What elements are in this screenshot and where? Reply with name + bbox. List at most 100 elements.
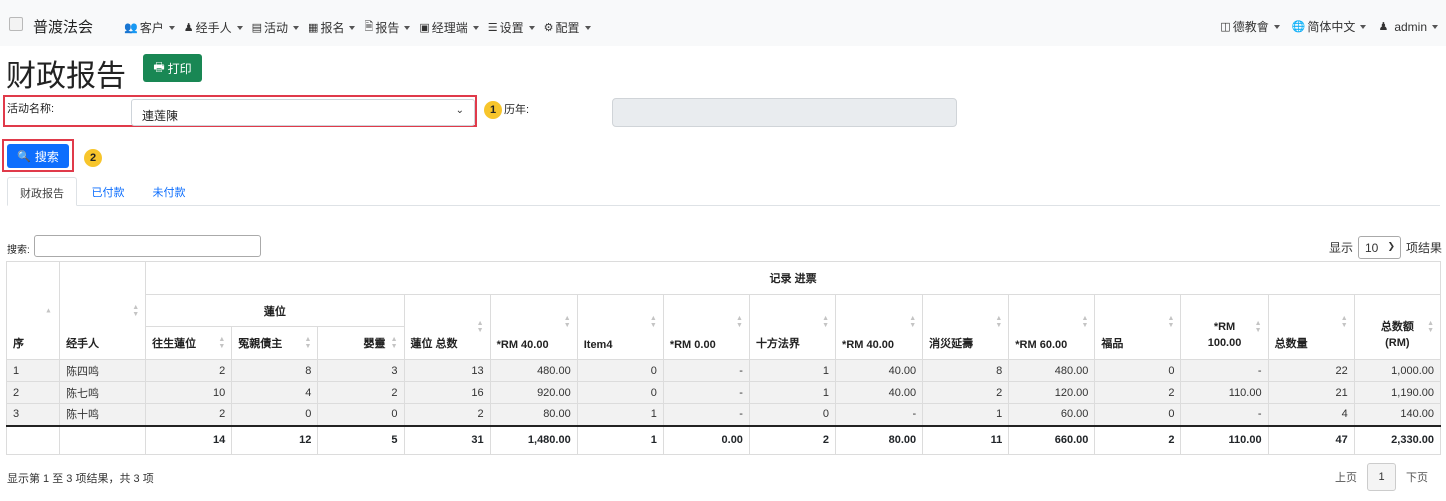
menu-manager[interactable]: ▣ 经理端: [419, 18, 479, 37]
col-header-seq[interactable]: 序 ▲: [5, 261, 61, 360]
total-cell: 80.00: [835, 424, 924, 455]
map-icon: ▤: [251, 22, 263, 34]
year-label: 历年:: [504, 104, 530, 116]
cell: 120.00: [1008, 381, 1096, 404]
col-header-c2[interactable]: 冤親債主 ▲ ▼: [231, 326, 319, 360]
cell-seq: 1: [5, 359, 61, 382]
next-page-button[interactable]: 下页: [1396, 469, 1438, 485]
brand-logo-image[interactable]: [9, 17, 23, 31]
event-label: 活动名称:: [7, 103, 55, 115]
total-cell: 2: [748, 424, 837, 455]
chevron-down-icon: ❯: [1387, 241, 1395, 251]
cell: 3: [317, 359, 405, 382]
cell: 110.00: [1180, 381, 1269, 404]
brand-title[interactable]: 普渡法会: [33, 16, 93, 37]
page-1-button[interactable]: 1: [1367, 463, 1396, 491]
col-header-c3[interactable]: 嬰靈 ▲ ▼: [317, 326, 405, 360]
table-row: 3 陈十鸣 2 0 0 2 80.00 1 - 0 - 1 60.00 0 - …: [5, 403, 1442, 426]
cell: [59, 424, 147, 455]
cell: 2: [317, 381, 405, 404]
sort-icon: ▲ ▼: [822, 314, 830, 329]
col-header-c10[interactable]: 消災延壽 ▲ ▼: [922, 294, 1010, 360]
cell: 2: [145, 359, 233, 382]
col-header-c6[interactable]: Item4 ▲ ▼: [576, 294, 664, 360]
menu-registration[interactable]: ▦ 报名: [308, 18, 356, 37]
account-dropdown[interactable]: ♟ admin: [1378, 18, 1438, 35]
sort-icon: ▲ ▼: [132, 303, 140, 318]
page-length-control: 显示 10 ❯ 项结果: [1329, 236, 1442, 259]
cell: 2: [403, 403, 491, 426]
col-header-c4[interactable]: 蓮位 总数 ▲ ▼: [403, 294, 491, 360]
language-dropdown[interactable]: 🌐 简体中文: [1292, 18, 1367, 35]
user-menu: ◫ 德教會 🌐 简体中文 ♟ admin: [1208, 18, 1438, 35]
col-header-c1[interactable]: 往生蓮位 ▲ ▼: [145, 326, 233, 360]
cell: -: [662, 403, 750, 426]
cell: -: [835, 403, 924, 426]
globe-icon: 🌐: [1291, 21, 1306, 33]
col-header-c8[interactable]: 十方法界 ▲ ▼: [748, 294, 837, 360]
cell: -: [662, 359, 750, 382]
search-icon: 🔍: [17, 150, 31, 163]
sort-icon: ▲ ▼: [1167, 314, 1175, 329]
menu-reports[interactable]: 🗎 报告: [364, 18, 411, 37]
tab-financial-report[interactable]: 财政报告: [7, 177, 77, 206]
table-row: 2 陈七鸣 10 4 2 16 920.00 0 - 1 40.00 2 120…: [5, 381, 1442, 404]
menu-events[interactable]: ▤ 活动: [251, 18, 300, 37]
col-header-c7[interactable]: *RM 0.00 ▲ ▼: [662, 294, 750, 360]
chevron-down-icon: [168, 25, 175, 30]
cell: 60.00: [1008, 403, 1096, 426]
sort-icon: ▲ ▼: [218, 336, 226, 350]
chevron-down-icon: [584, 25, 591, 30]
cell: 140.00: [1353, 403, 1442, 426]
cell: 480.00: [489, 359, 578, 382]
navbar: 普渡法会 👥 客户 ♟ 经手人 ▤ 活动 ▦ 报名 🗎 报告 ▣ 经理端 ☰ 设…: [0, 0, 1446, 46]
table-search-label: 搜索:: [7, 245, 30, 256]
year-input[interactable]: [612, 98, 957, 127]
col-header-c12[interactable]: 福品 ▲ ▼: [1094, 294, 1182, 360]
menu-customers[interactable]: 👥 客户: [124, 18, 175, 37]
col-header-c5[interactable]: *RM 40.00 ▲ ▼: [489, 294, 578, 360]
group-header-records: 记录 进票: [145, 261, 1441, 295]
cell-handler: 陈十鸣: [59, 403, 147, 426]
total-cell: 11: [922, 424, 1010, 455]
search-button-highlight: 🔍 搜索: [2, 139, 74, 172]
col-header-c9[interactable]: *RM 40.00 ▲ ▼: [835, 294, 924, 360]
col-header-c11[interactable]: *RM 60.00 ▲ ▼: [1008, 294, 1096, 360]
print-button[interactable]: 🖶 打印: [143, 54, 202, 82]
tab-paid[interactable]: 已付款: [86, 177, 130, 206]
page-length-select[interactable]: 10 ❯: [1357, 236, 1401, 259]
cell: 40.00: [835, 381, 924, 404]
table-info: 显示第 1 至 3 项结果，共 3 项: [7, 473, 154, 485]
total-cell: 5: [317, 424, 405, 455]
total-cell: 47: [1267, 424, 1355, 455]
sort-icon: ▲ ▼: [304, 336, 312, 350]
briefcase-icon: ▣: [419, 22, 430, 34]
cell: 2: [145, 403, 233, 426]
cell-seq: 2: [5, 381, 61, 404]
tab-unpaid[interactable]: 未付款: [147, 177, 191, 206]
event-select[interactable]: 連莲陳 ⌄: [131, 99, 475, 126]
menu-settings[interactable]: ☰ 设置: [488, 18, 535, 37]
table-search-input[interactable]: [34, 235, 261, 257]
event-filter-highlight: 活动名称: 連莲陳 ⌄: [3, 95, 477, 127]
cell-seq: 3: [5, 403, 61, 426]
col-header-c14[interactable]: 总数量 ▲ ▼: [1267, 294, 1355, 360]
total-cell: 1,480.00: [489, 424, 578, 455]
organization-dropdown[interactable]: ◫ 德教會: [1220, 18, 1280, 35]
chevron-down-icon: [404, 25, 411, 30]
chevron-down-icon: ⌄: [455, 105, 464, 116]
user-tie-icon: ♟: [183, 22, 194, 34]
chevron-down-icon: [1432, 24, 1438, 29]
menu-config[interactable]: ⚙ 配置: [544, 18, 591, 37]
sort-icon: ▲ ▼: [476, 320, 484, 334]
col-header-c15[interactable]: 总数额 (RM) ▲ ▼: [1353, 294, 1442, 360]
col-header-c13[interactable]: *RM 100.00 ▲ ▼: [1180, 294, 1269, 360]
cell: 0: [1094, 359, 1182, 382]
report-tabs: 财政报告 已付款 未付款: [7, 177, 1440, 206]
search-button[interactable]: 🔍 搜索: [7, 144, 69, 168]
chevron-down-icon: [1273, 24, 1280, 29]
menu-handlers[interactable]: ♟ 经手人: [184, 18, 243, 37]
previous-page-button[interactable]: 上页: [1325, 469, 1367, 485]
totals-row: 14 12 5 31 1,480.00 1 0.00 2 80.00 11 66…: [5, 424, 1442, 455]
col-header-handler[interactable]: 经手人 ▲ ▼: [59, 261, 147, 360]
